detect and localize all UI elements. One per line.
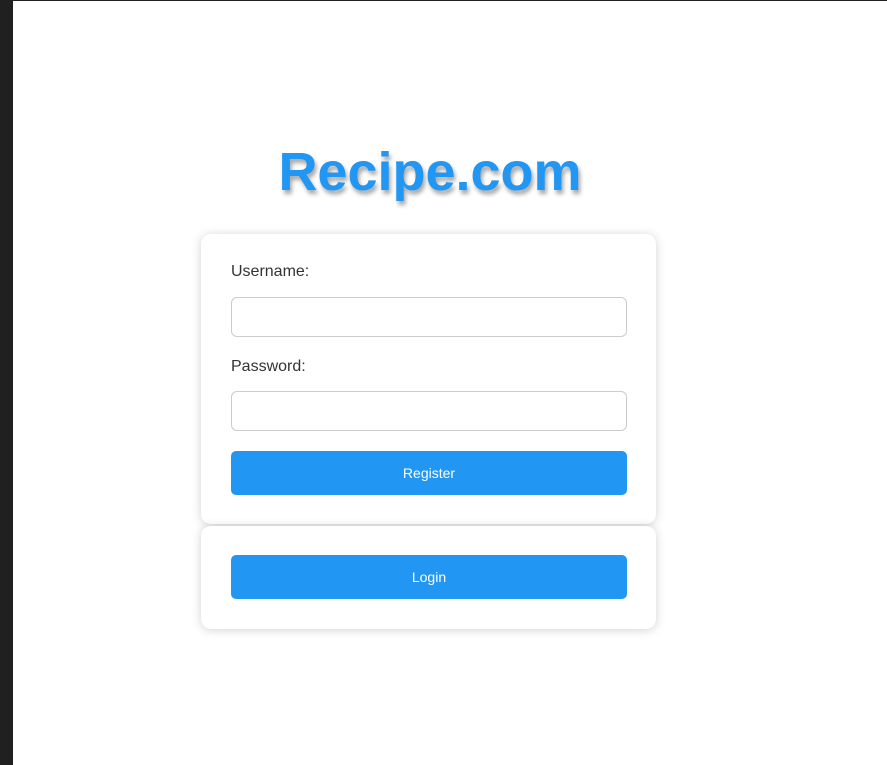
login-card: Login	[201, 526, 656, 629]
register-button[interactable]: Register	[231, 451, 627, 495]
username-label: Username:	[231, 263, 310, 280]
login-button[interactable]: Login	[231, 555, 627, 599]
password-input[interactable]	[231, 391, 627, 431]
register-form-card: Username: Password: Register	[201, 234, 656, 524]
window-frame-edge	[0, 0, 13, 765]
site-title: Recipe.com	[278, 142, 582, 202]
password-label: Password:	[231, 358, 306, 375]
username-input[interactable]	[231, 297, 627, 337]
window-frame-top	[0, 0, 887, 1]
